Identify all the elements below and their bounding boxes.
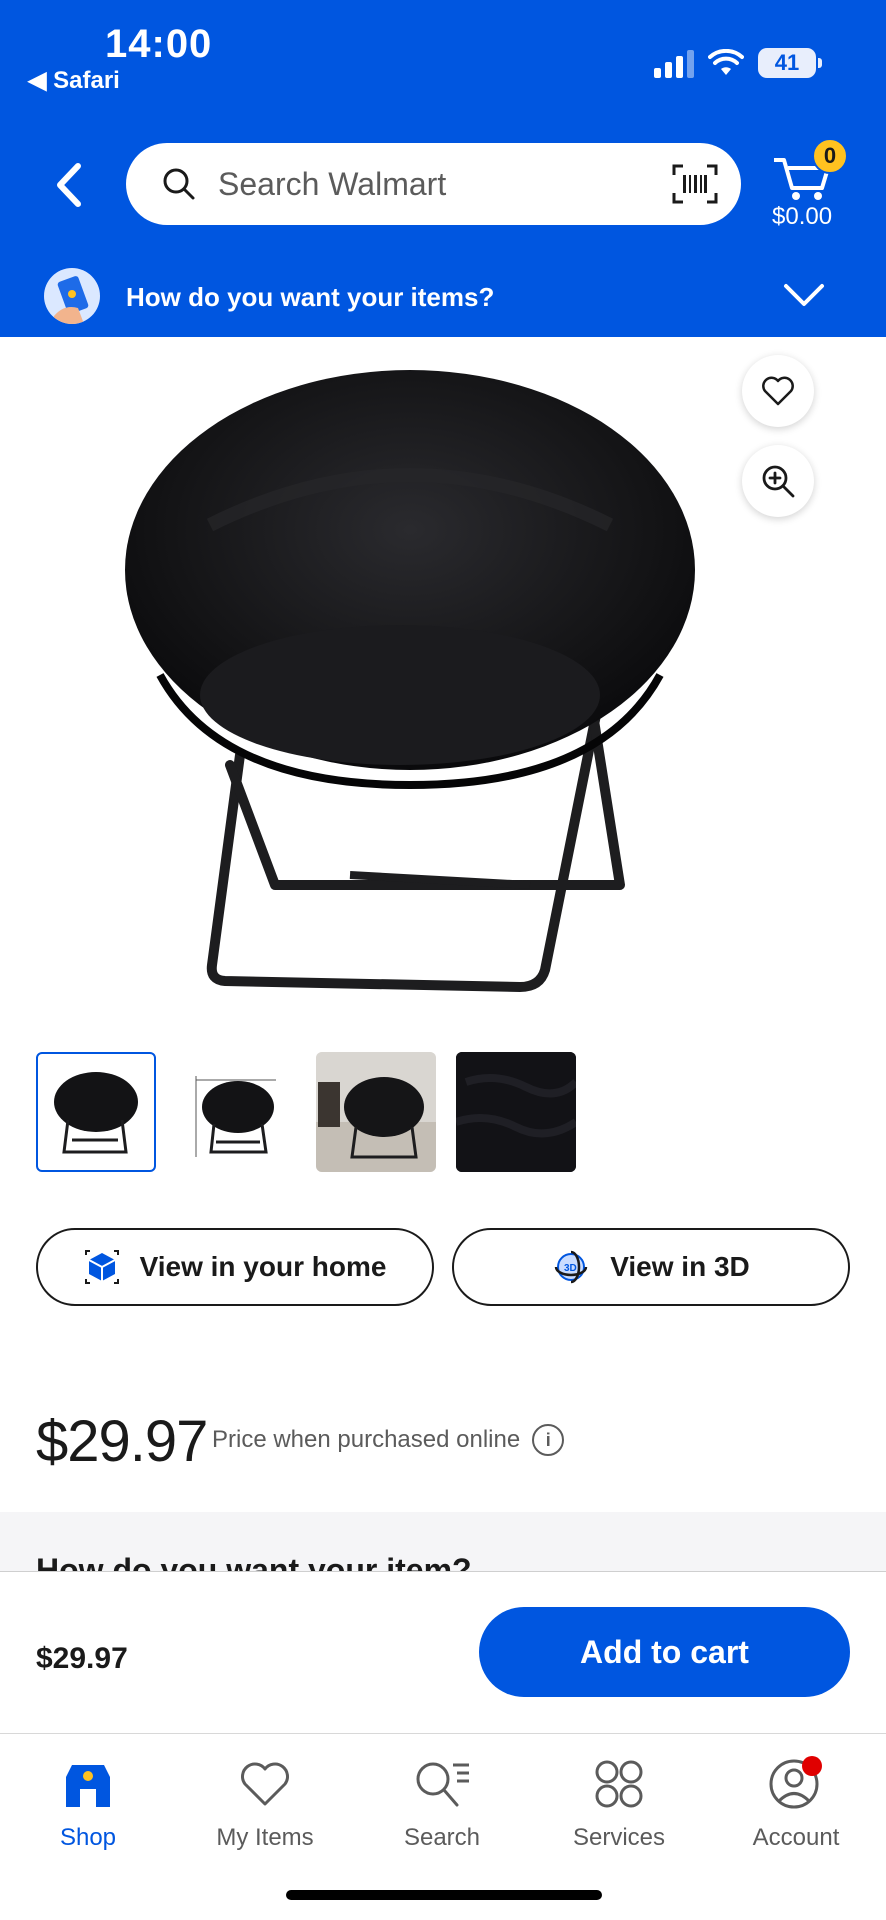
cellular-signal-icon [654,48,694,78]
chevron-down-icon[interactable] [782,280,826,308]
thumbnail-strip [36,1052,576,1172]
cart-count-badge: 0 [812,138,848,174]
view-in-home-button[interactable]: View in your home [36,1228,434,1306]
back-app-label: Safari [53,67,120,94]
product-price: $29.97 [36,1409,208,1474]
shop-icon [66,1765,110,1807]
tab-label: My Items [216,1824,314,1851]
account-icon [769,1756,822,1809]
barcode-scan-icon[interactable] [671,163,719,205]
info-icon[interactable]: i [532,1424,565,1456]
add-to-cart-button[interactable]: Add to cart [479,1607,850,1697]
tab-search[interactable]: Search [362,1752,522,1852]
fulfillment-section: How do you want your item? [0,1512,886,1572]
heart-icon [762,376,794,406]
favorite-button[interactable] [742,355,814,427]
search-bar[interactable]: Search Walmart [126,143,741,225]
delivery-phone-icon [44,268,100,324]
status-indicators: 41 [654,48,822,78]
sticky-purchase-bar: $29.97 Add to cart [0,1571,886,1733]
search-list-icon [416,1762,469,1807]
view-in-3d-label: View in 3D [610,1251,750,1282]
thumbnail-chair-front[interactable] [36,1052,156,1172]
search-input[interactable]: Search Walmart [218,166,671,203]
header: 14:00 ◀ Safari 41 Search Walmart 0 $0.00… [0,0,886,337]
fulfillment-heading: How do you want your item? [36,1552,472,1572]
home-indicator[interactable] [286,1890,602,1900]
product-image[interactable] [100,365,720,1005]
tab-account[interactable]: Account [716,1752,876,1852]
svg-text:3D: 3D [564,1263,577,1274]
services-grid-icon [595,1760,643,1808]
tab-label: Services [572,1824,666,1851]
tab-services[interactable]: Services [539,1752,699,1852]
ar-cube-icon [84,1250,119,1284]
price-note-text: Price when purchased online [212,1426,521,1453]
thumbnail-chair-fabric[interactable] [456,1052,576,1172]
zoom-in-icon [762,465,795,498]
status-time: 14:00 [105,22,213,66]
sticky-price: $29.97 [36,1642,128,1675]
back-arrow-icon[interactable] [50,160,90,210]
tab-my-items[interactable]: My Items [185,1752,345,1852]
delivery-prompt: How do you want your items? [126,282,495,312]
back-to-app-link[interactable]: ◀ Safari [28,66,120,95]
tab-label: Search [403,1824,481,1851]
tab-label: Shop [59,1824,117,1851]
zoom-button[interactable] [742,445,814,517]
delivery-options-bar[interactable]: How do you want your items? [0,262,886,337]
cart-total: $0.00 [772,203,833,230]
3d-view-icon: 3D [554,1250,588,1284]
price-note: Price when purchased online i [212,1424,565,1456]
view-in-3d-button[interactable]: 3D View in 3D [452,1228,850,1306]
thumbnail-chair-dimensions[interactable] [176,1052,296,1172]
search-icon [163,168,195,200]
tab-label: Account [752,1824,840,1851]
battery-icon: 41 [758,48,822,78]
heart-icon [241,1762,289,1806]
tab-shop[interactable]: Shop [8,1752,168,1852]
wifi-icon [708,49,744,75]
view-in-home-label: View in your home [139,1251,387,1282]
thumbnail-chair-room[interactable] [316,1052,436,1172]
